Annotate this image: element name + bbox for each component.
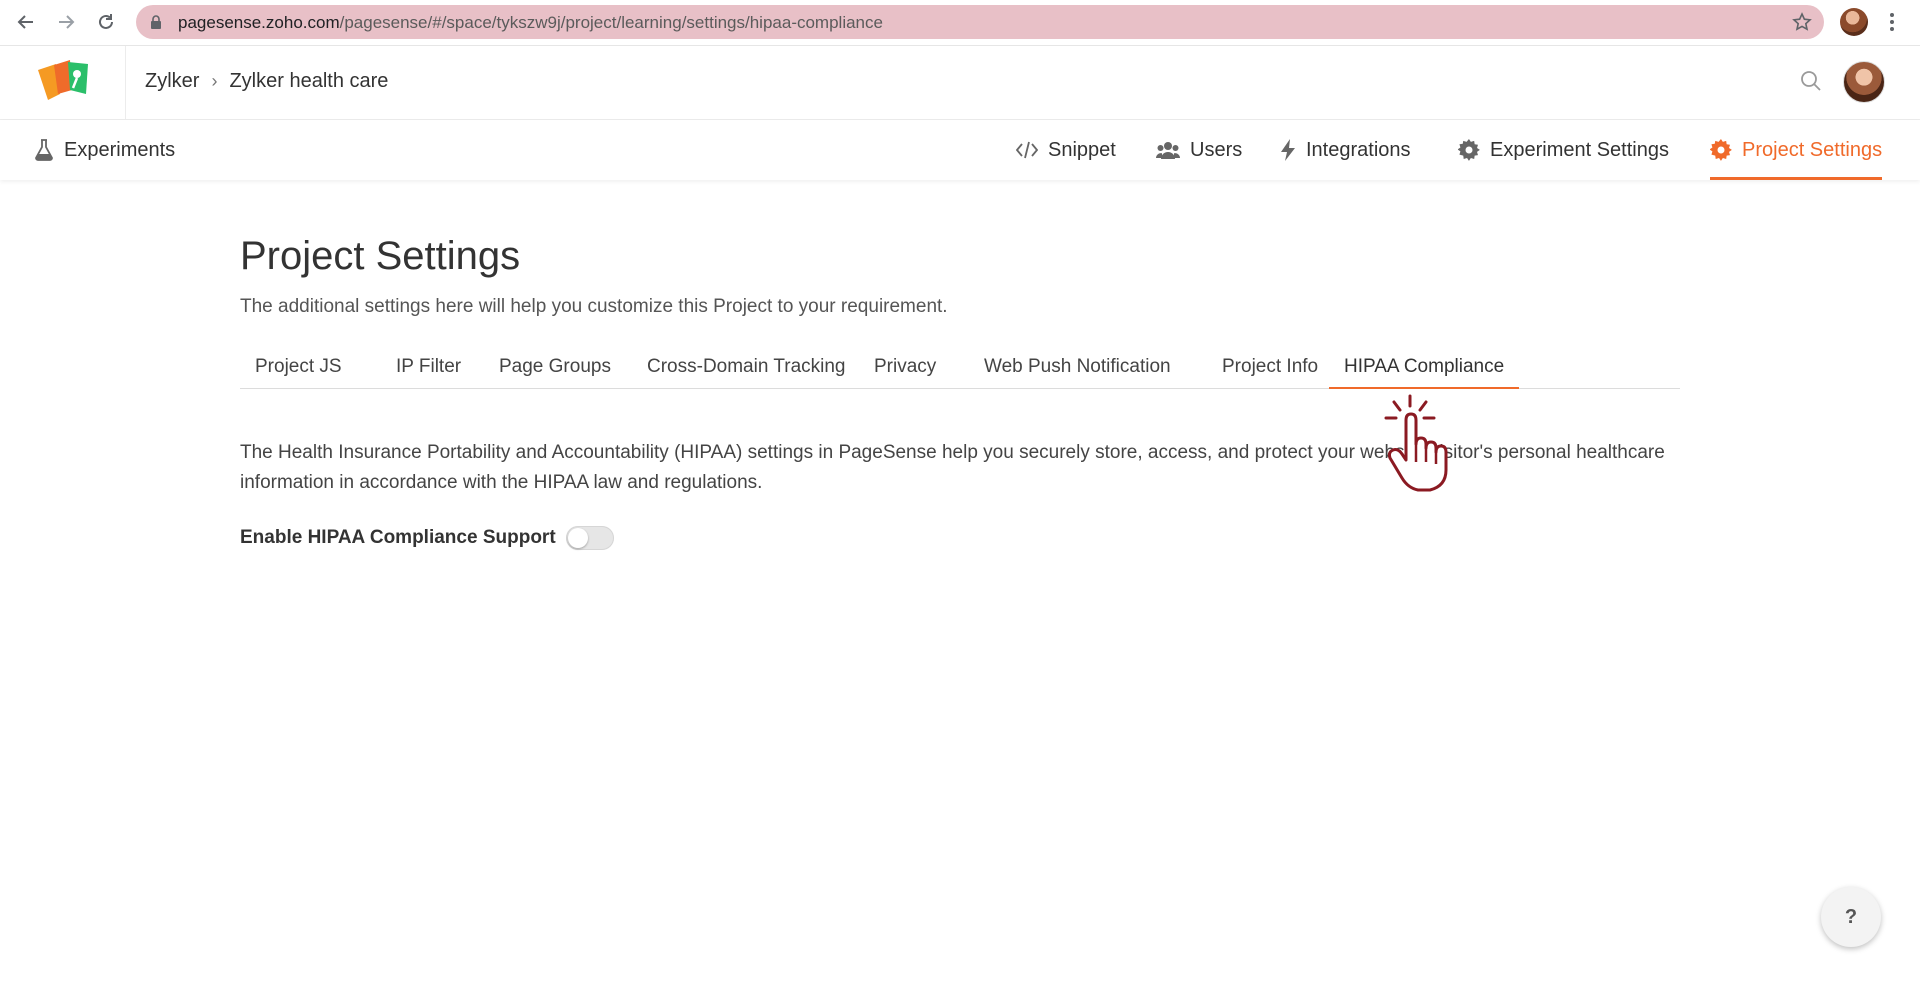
tab-cross-domain-tracking[interactable]: Cross-Domain Tracking xyxy=(632,346,861,388)
nav-users-label: Users xyxy=(1190,138,1243,161)
lightning-icon xyxy=(1281,139,1295,161)
tab-ip-filter[interactable]: IP Filter xyxy=(381,346,476,388)
app-header: Zylker › Zylker health care xyxy=(0,46,1920,120)
nav-project-settings[interactable]: Project Settings xyxy=(1710,120,1883,180)
page-title: Project Settings xyxy=(240,234,521,278)
reload-button[interactable] xyxy=(92,8,120,36)
nav-project-settings-label: Project Settings xyxy=(1742,138,1883,161)
hipaa-toggle-switch[interactable] xyxy=(565,526,614,550)
search-button[interactable] xyxy=(1800,70,1822,97)
logo-area[interactable] xyxy=(0,46,126,119)
url-text: pagesense.zoho.com/pagesense/#/space/tyk… xyxy=(178,13,883,32)
gear-icon xyxy=(1458,139,1480,161)
forward-button[interactable] xyxy=(52,8,80,36)
bookmark-star-icon[interactable] xyxy=(1792,12,1812,32)
kebab-menu-icon xyxy=(1890,13,1894,31)
breadcrumb-project[interactable]: Zylker health care xyxy=(229,70,388,93)
breadcrumb-space[interactable]: Zylker xyxy=(145,70,199,93)
browser-toolbar: pagesense.zoho.com/pagesense/#/space/tyk… xyxy=(0,0,1920,46)
flask-icon xyxy=(35,139,53,161)
browser-profile-avatar[interactable] xyxy=(1840,8,1868,36)
user-avatar[interactable] xyxy=(1843,61,1885,103)
settings-tabs: Project JS IP Filter Page Groups Cross-D… xyxy=(240,346,1680,389)
breadcrumb: Zylker › Zylker health care xyxy=(145,70,388,93)
help-button[interactable]: ? xyxy=(1821,887,1881,947)
arrow-right-icon xyxy=(59,15,75,29)
gear-icon xyxy=(1710,139,1732,161)
nav-experiments-label: Experiments xyxy=(64,138,176,161)
arrow-left-icon xyxy=(17,15,33,29)
tab-privacy[interactable]: Privacy xyxy=(859,346,951,388)
nav-experiments[interactable]: Experiments xyxy=(34,120,175,180)
users-icon xyxy=(1156,142,1180,159)
reload-icon xyxy=(99,14,113,29)
nav-integrations[interactable]: Integrations xyxy=(1280,120,1411,180)
hipaa-description: The Health Insurance Portability and Acc… xyxy=(240,442,1665,493)
hipaa-toggle-row: Enable HIPAA Compliance Support xyxy=(240,526,614,550)
tab-project-info[interactable]: Project Info xyxy=(1207,346,1333,388)
hipaa-toggle-label: Enable HIPAA Compliance Support xyxy=(240,527,556,548)
nav-experiment-settings-label: Experiment Settings xyxy=(1490,138,1669,161)
nav-snippet[interactable]: Snippet xyxy=(1016,120,1116,180)
nav-integrations-label: Integrations xyxy=(1306,138,1411,161)
tab-project-js[interactable]: Project JS xyxy=(240,346,357,388)
toggle-knob xyxy=(567,528,588,548)
pagesense-logo-icon xyxy=(38,60,88,100)
breadcrumb-separator: › xyxy=(211,71,218,91)
back-button[interactable] xyxy=(12,8,40,36)
page-subtitle: The additional settings here will help y… xyxy=(240,296,948,317)
browser-menu-button[interactable] xyxy=(1882,8,1902,36)
address-bar[interactable]: pagesense.zoho.com/pagesense/#/space/tyk… xyxy=(136,5,1824,39)
tab-web-push-notification[interactable]: Web Push Notification xyxy=(969,346,1186,388)
hand-pointer-icon xyxy=(1384,394,1448,492)
search-icon xyxy=(1801,71,1821,91)
sub-navigation: Experiments Snippet Users Integrations E… xyxy=(0,120,1920,180)
tab-page-groups[interactable]: Page Groups xyxy=(484,346,626,388)
lock-icon xyxy=(151,15,161,29)
code-icon xyxy=(1016,141,1038,159)
tab-hipaa-compliance[interactable]: HIPAA Compliance xyxy=(1329,346,1520,389)
nav-experiment-settings[interactable]: Experiment Settings xyxy=(1458,120,1669,180)
nav-snippet-label: Snippet xyxy=(1048,138,1116,161)
nav-users[interactable]: Users xyxy=(1156,120,1242,180)
